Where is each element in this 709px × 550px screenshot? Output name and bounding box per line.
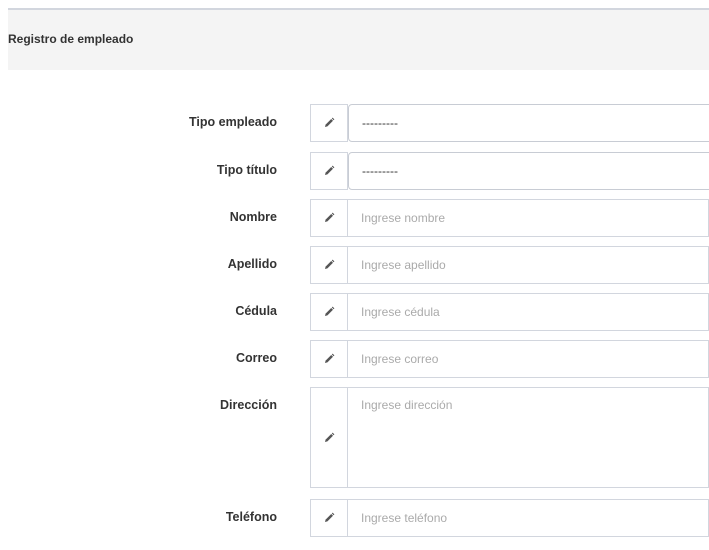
card-header: Registro de empleado [8, 10, 709, 70]
form-row-apellido: Apellido Ingrese apellido [8, 246, 709, 284]
direccion-label: Dirección [220, 398, 277, 412]
pencil-icon [325, 353, 335, 363]
nombre-addon [310, 199, 348, 237]
apellido-label: Apellido [227, 257, 277, 271]
tipo-titulo-addon [310, 152, 348, 190]
employee-registration-card: Registro de empleado Tipo empleado -----… [8, 8, 709, 550]
nombre-label: Nombre [229, 210, 277, 224]
cedula-addon [310, 293, 348, 331]
telefono-input[interactable]: Ingrese teléfono [347, 499, 709, 537]
pencil-icon [325, 212, 335, 222]
pencil-icon [325, 432, 335, 442]
nombre-input[interactable]: Ingrese nombre [347, 199, 709, 237]
apellido-addon [310, 246, 348, 284]
card-title: Registro de empleado [8, 32, 134, 46]
tipo-titulo-select[interactable]: --------- [348, 152, 709, 190]
pencil-icon [325, 165, 335, 175]
tipo-empleado-select[interactable]: --------- [348, 104, 709, 142]
form-row-tipo-empleado: Tipo empleado --------- [8, 104, 709, 142]
telefono-addon [310, 499, 348, 537]
correo-addon [310, 340, 348, 378]
cedula-label: Cédula [235, 304, 277, 318]
telefono-label: Teléfono [225, 510, 277, 524]
cedula-input[interactable]: Ingrese cédula [347, 293, 709, 331]
form-row-correo: Correo Ingrese correo [8, 340, 709, 378]
tipo-titulo-label: Tipo título [216, 163, 277, 177]
form-row-direccion: Dirección Ingrese dirección [8, 387, 709, 488]
correo-label: Correo [236, 351, 277, 365]
form-row-cedula: Cédula Ingrese cédula [8, 293, 709, 331]
direccion-textarea[interactable]: Ingrese dirección [347, 387, 709, 488]
pencil-icon [325, 259, 335, 269]
form-row-tipo-titulo: Tipo título --------- [8, 152, 709, 190]
pencil-icon [325, 306, 335, 316]
pencil-icon [325, 117, 335, 127]
tipo-empleado-label: Tipo empleado [189, 115, 277, 129]
apellido-input[interactable]: Ingrese apellido [347, 246, 709, 284]
form-row-nombre: Nombre Ingrese nombre [8, 199, 709, 237]
direccion-addon [310, 387, 348, 488]
form-row-telefono: Teléfono Ingrese teléfono [8, 499, 709, 537]
correo-input[interactable]: Ingrese correo [347, 340, 709, 378]
tipo-empleado-addon [310, 104, 348, 142]
pencil-icon [325, 512, 335, 522]
